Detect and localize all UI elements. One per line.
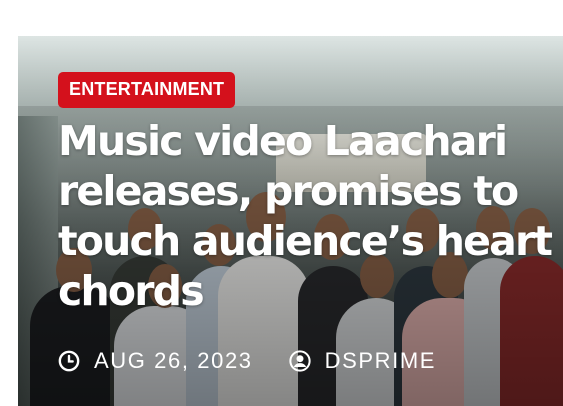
article-author[interactable]: DSPRIME [325,348,436,374]
article-headline[interactable]: Music video Laachari releases, promises … [58,116,558,316]
user-circle-icon [288,350,311,372]
article-meta: AUG 26, 2023 DSPRIME [58,348,436,374]
category-badge[interactable]: ENTERTAINMENT [58,72,236,108]
article-date: AUG 26, 2023 [94,348,253,373]
clock-icon [58,350,80,372]
featured-article-card[interactable]: ENTERTAINMENT Music video Laachari relea… [18,36,563,406]
